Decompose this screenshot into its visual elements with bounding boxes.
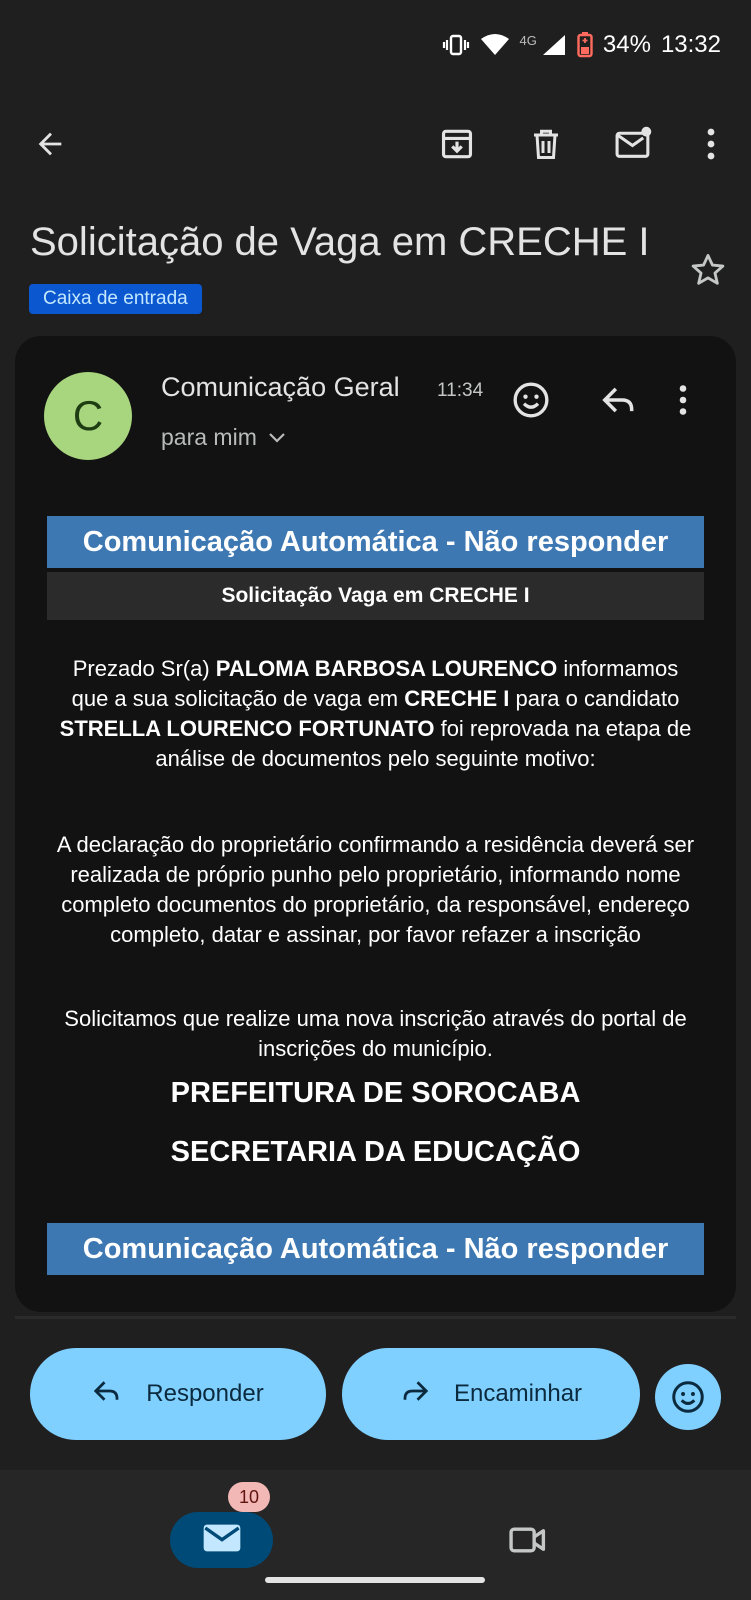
back-arrow-icon[interactable]: [22, 112, 78, 176]
sender-avatar[interactable]: C: [44, 372, 132, 460]
more-vert-icon[interactable]: [657, 374, 709, 426]
daycare-unit: CRECHE I: [404, 686, 510, 711]
reply-icon: [92, 1376, 122, 1413]
candidate-name: STRELLA LOURENCO FORTUNATO: [59, 716, 435, 741]
unread-count-badge: 10: [228, 1482, 270, 1512]
divider: [15, 1316, 736, 1319]
guardian-name: PALOMA BARBOSA LOURENCO: [215, 656, 558, 681]
video-camera-icon: [508, 1524, 548, 1561]
reply-button[interactable]: Responder: [30, 1348, 326, 1440]
wifi-icon: [480, 33, 510, 57]
gesture-navigation-bar[interactable]: [265, 1577, 485, 1583]
delete-icon[interactable]: [518, 112, 574, 176]
forward-button[interactable]: Encaminhar: [342, 1348, 640, 1440]
status-bar: 4G 34% 13:32: [0, 0, 751, 90]
automatic-message-banner-top: Comunicação Automática - Não responder: [47, 516, 704, 568]
emoji-react-button[interactable]: [655, 1364, 721, 1430]
network-type: 4G: [519, 32, 537, 48]
more-vert-icon[interactable]: [683, 112, 739, 176]
automatic-message-banner-bottom: Comunicação Automática - Não responder: [47, 1223, 704, 1275]
body-paragraph-notice: Prezado Sr(a) PALOMA BARBOSA LOURENCO in…: [55, 654, 696, 774]
star-icon[interactable]: [683, 245, 733, 295]
clock: 13:32: [660, 31, 721, 58]
mail-icon: [202, 1523, 242, 1558]
top-app-bar: [0, 112, 751, 176]
signal-icon: [541, 33, 567, 57]
email-body-subheader: Solicitação Vaga em CRECHE I: [47, 572, 704, 620]
signature-secretaria: SECRETARIA DA EDUCAÇÃO: [170, 1136, 581, 1168]
message-card: C Comunicação Geral 11:34 para mim Comun…: [15, 336, 736, 1312]
sender-name[interactable]: Comunicação Geral: [161, 372, 400, 403]
sent-time: 11:34: [437, 380, 484, 401]
forward-icon: [400, 1376, 430, 1413]
nav-meet-tab[interactable]: [500, 1514, 556, 1570]
nav-mail-tab[interactable]: [170, 1512, 273, 1568]
forward-button-label: Encaminhar: [453, 1380, 583, 1407]
email-subject: Solicitação de Vaga em CRECHE I: [30, 220, 650, 264]
battery-percentage: 34%: [602, 31, 651, 58]
signature-prefeitura: PREFEITURA DE SOROCABA: [170, 1077, 581, 1109]
body-text-fragment: Prezado Sr(a): [72, 656, 216, 681]
recipient-details-toggle[interactable]: para mim: [161, 424, 287, 451]
emoji-reaction-icon[interactable]: [505, 374, 557, 426]
reply-icon[interactable]: [593, 374, 645, 426]
body-text-fragment: para o candidato: [509, 686, 680, 711]
recipient-label: para mim: [161, 424, 257, 450]
reply-button-label: Responder: [146, 1380, 264, 1407]
archive-icon[interactable]: [429, 112, 485, 176]
vibrate-icon: [442, 33, 470, 57]
battery-icon: [577, 32, 593, 58]
inbox-label-chip[interactable]: Caixa de entrada: [29, 284, 202, 314]
mark-unread-icon[interactable]: [606, 112, 662, 176]
chevron-down-icon: [267, 424, 287, 451]
body-paragraph-instructions: Solicitamos que realize uma nova inscriç…: [64, 1006, 687, 1061]
body-paragraph-reason: A declaração do proprietário confirmando…: [56, 832, 695, 947]
email-screen: 4G 34% 13:32 Solicitação de Vaga em CREC…: [0, 0, 751, 1600]
